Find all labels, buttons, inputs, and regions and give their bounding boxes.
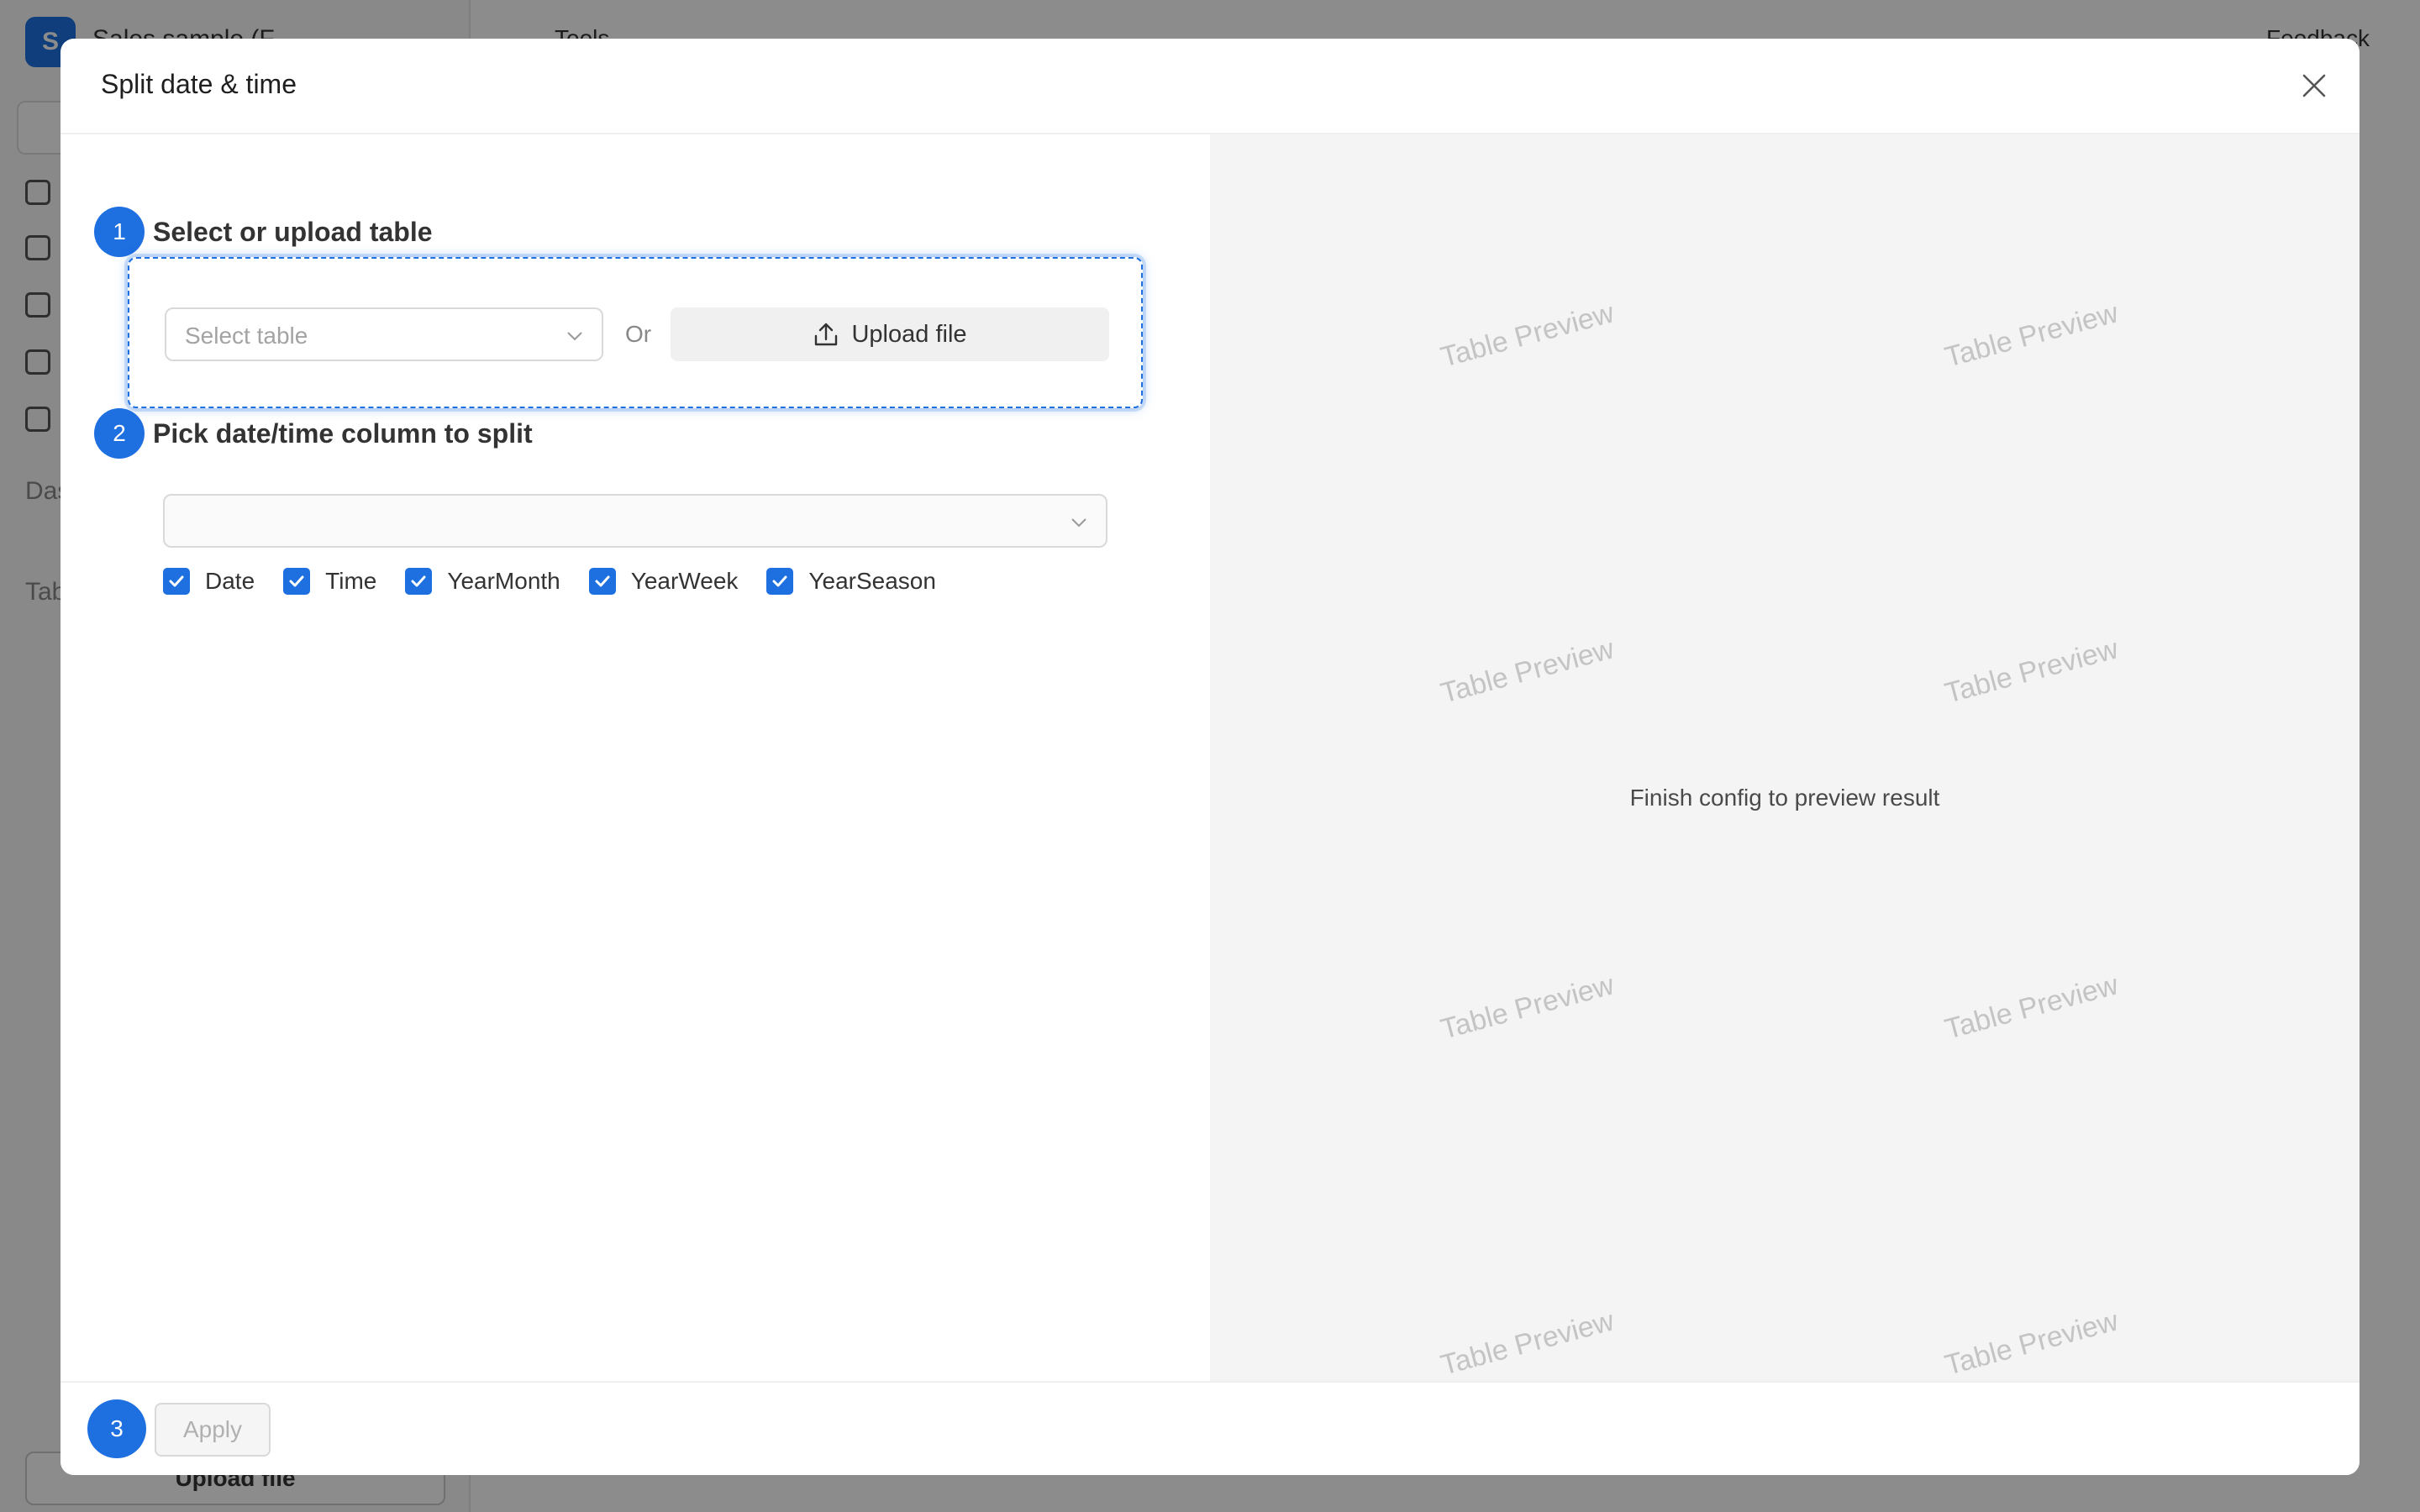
chevron-down-icon: [567, 332, 582, 341]
step-1-label: Select or upload table: [153, 217, 433, 247]
upload-icon: [815, 323, 838, 346]
step-3-badge: 3: [87, 1399, 146, 1458]
chevron-down-icon: [1071, 518, 1086, 528]
checkbox-checked-icon: [588, 568, 616, 595]
preview-watermark: Table Preview: [1437, 633, 1618, 710]
preview-watermark: Table Preview: [1437, 969, 1618, 1046]
checkbox-date[interactable]: Date: [163, 568, 255, 595]
checkbox-checked-icon: [163, 568, 190, 595]
step-2-badge: 2: [94, 408, 145, 459]
modal-title: Split date & time: [101, 69, 297, 99]
checkbox-time[interactable]: Time: [283, 568, 376, 595]
preview-watermark: Table Preview: [1941, 297, 2122, 374]
config-pane: 1 Select or upload table Select table Or…: [60, 134, 1210, 1381]
preview-message: Finish config to preview result: [1629, 785, 1940, 811]
select-table-placeholder: Select table: [185, 323, 308, 349]
split-date-time-modal: Split date & time 1 Select or upload tab…: [60, 39, 2360, 1475]
step-2-label: Pick date/time column to split: [153, 418, 533, 449]
checkbox-label: Time: [325, 568, 377, 594]
table-source-box: Select table Or Upload file: [128, 257, 1143, 408]
checkbox-label: Date: [205, 568, 255, 594]
upload-file-label: Upload file: [851, 320, 967, 348]
step-1-badge: 1: [94, 207, 145, 257]
upload-file-button[interactable]: Upload file: [671, 307, 1109, 361]
close-icon: [2302, 74, 2326, 97]
select-table-dropdown[interactable]: Select table: [165, 307, 603, 361]
checkbox-checked-icon: [405, 568, 433, 595]
checkbox-checked-icon: [766, 568, 794, 595]
split-options: Date Time YearMonth YearWeek YearSeason: [163, 568, 965, 595]
apply-button[interactable]: Apply: [155, 1403, 271, 1457]
preview-watermark: Table Preview: [1941, 1305, 2122, 1381]
preview-watermark: Table Preview: [1941, 633, 2122, 710]
checkbox-checked-icon: [283, 568, 311, 595]
close-button[interactable]: [2294, 66, 2334, 106]
table-preview-pane: Table Preview Table Preview Table Previe…: [1210, 134, 2360, 1381]
checkbox-yearmonth[interactable]: YearMonth: [405, 568, 560, 595]
modal-footer: 3 Apply: [60, 1381, 2360, 1475]
checkbox-yearweek[interactable]: YearWeek: [588, 568, 739, 595]
modal-header: Split date & time: [60, 39, 2360, 134]
checkbox-yearseason[interactable]: YearSeason: [766, 568, 936, 595]
checkbox-label: YearMonth: [447, 568, 560, 594]
preview-watermark: Table Preview: [1437, 297, 1618, 374]
datetime-column-dropdown[interactable]: [163, 494, 1107, 548]
preview-watermark: Table Preview: [1941, 969, 2122, 1046]
checkbox-label: YearWeek: [630, 568, 739, 594]
or-label: Or: [625, 321, 652, 347]
preview-watermark: Table Preview: [1437, 1305, 1618, 1381]
checkbox-label: YearSeason: [808, 568, 936, 594]
